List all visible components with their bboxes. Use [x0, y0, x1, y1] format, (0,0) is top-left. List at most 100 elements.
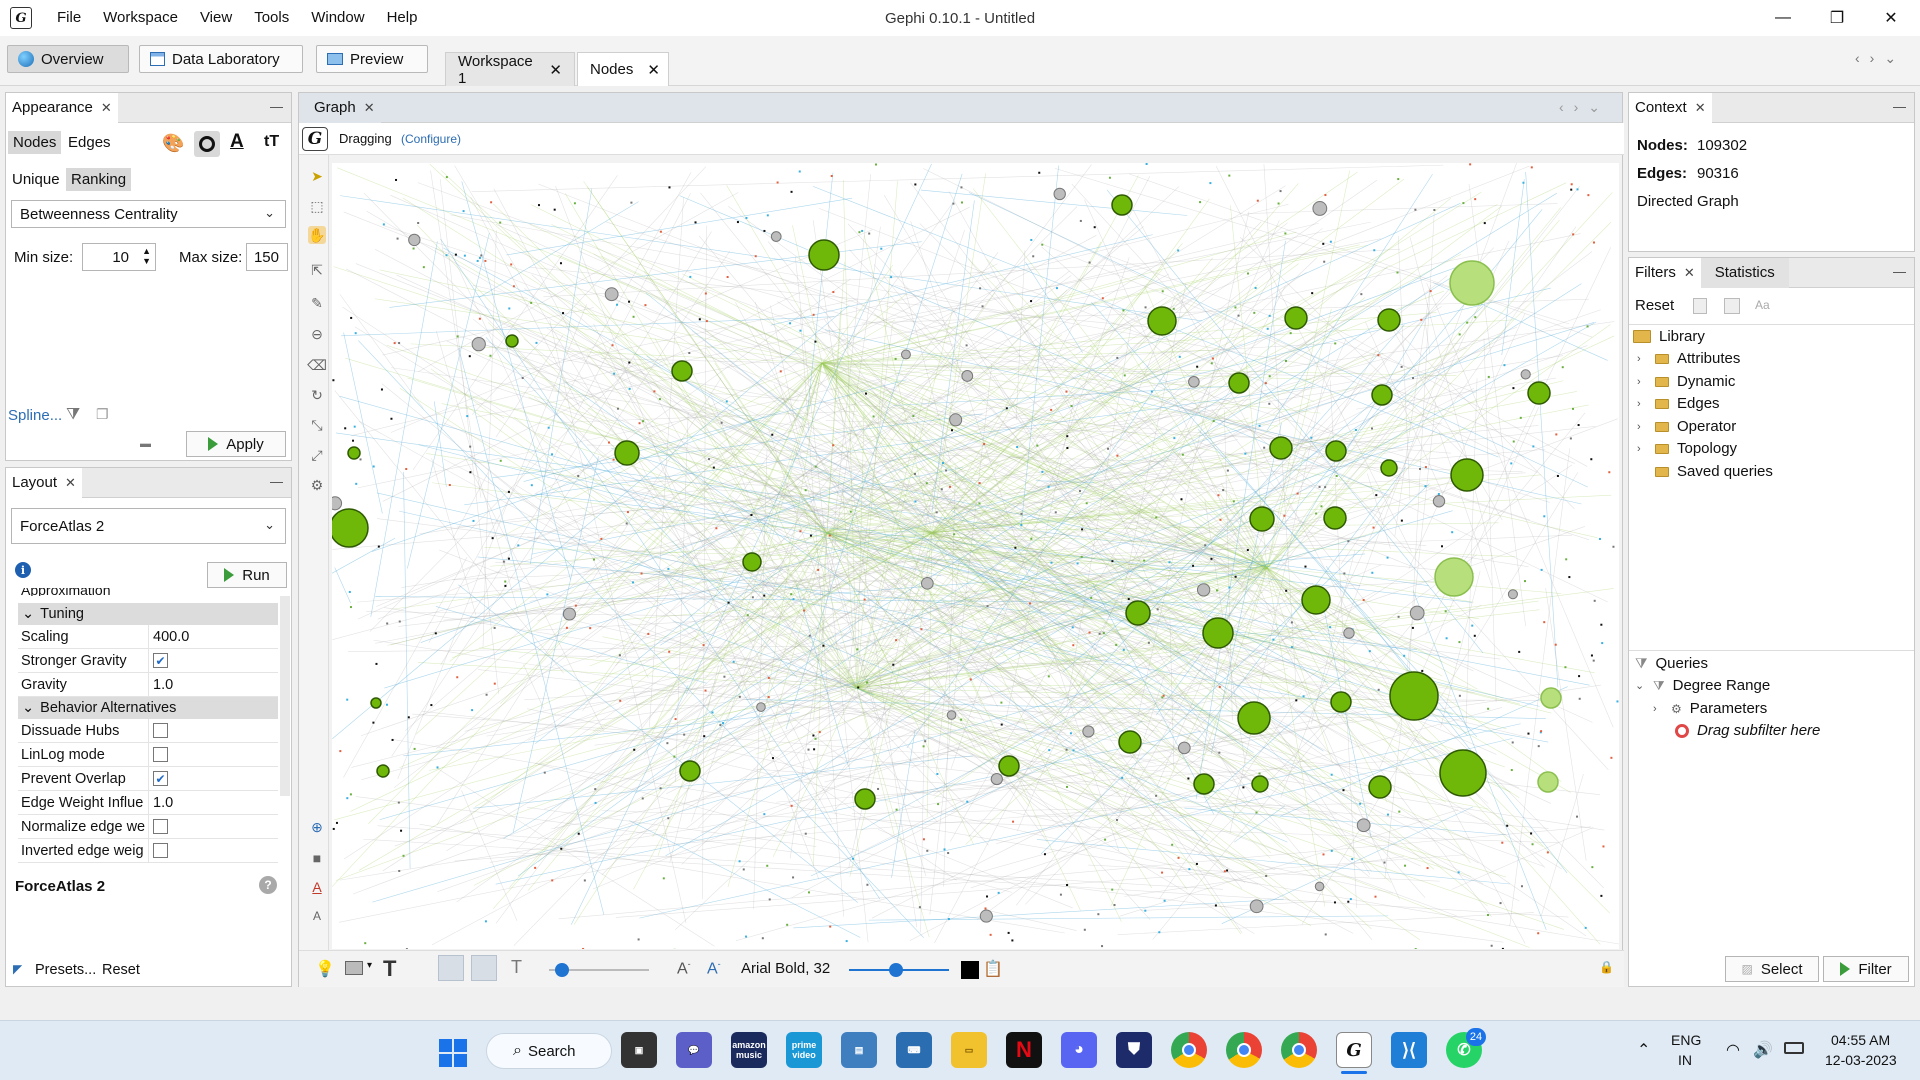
- layout-algorithm-select[interactable]: ForceAtlas 2 ⌄: [11, 508, 286, 544]
- drag-subfilter-target[interactable]: Drag subfilter here: [1675, 722, 1820, 739]
- save-icon[interactable]: [1724, 298, 1740, 314]
- graph-node[interactable]: [808, 239, 840, 271]
- graph-gray-node[interactable]: [1188, 376, 1200, 388]
- graph-gray-node[interactable]: [1507, 589, 1518, 600]
- slider-thumb[interactable]: [889, 963, 903, 977]
- graph-node[interactable]: [1269, 436, 1293, 460]
- close-icon[interactable]: ✕: [1684, 265, 1695, 281]
- graph-gray-node[interactable]: [471, 337, 486, 352]
- graph-node[interactable]: [1537, 771, 1559, 793]
- layout-reset-button[interactable]: Reset: [102, 962, 140, 978]
- graph-node[interactable]: [370, 697, 382, 709]
- label-font-icon[interactable]: A: [308, 907, 326, 925]
- preview-button[interactable]: Preview: [316, 45, 428, 73]
- slider-thumb[interactable]: [555, 963, 569, 977]
- tree-parameters[interactable]: › ⚙ Parameters: [1653, 700, 1767, 717]
- screenshot-icon[interactable]: [345, 961, 363, 975]
- maximize-button[interactable]: ❐: [1810, 0, 1864, 36]
- help-icon[interactable]: ?: [259, 876, 277, 894]
- tree-queries[interactable]: ⧩ Queries: [1635, 655, 1708, 672]
- overview-button[interactable]: Overview: [7, 45, 129, 73]
- graph-node[interactable]: [1111, 194, 1133, 216]
- graph-node[interactable]: [1147, 306, 1177, 336]
- graph-node[interactable]: [1202, 617, 1234, 649]
- close-icon[interactable]: ✕: [647, 61, 660, 79]
- chevron-right-icon[interactable]: ›: [1637, 376, 1647, 388]
- graph-gray-node[interactable]: [961, 370, 974, 382]
- menu-view[interactable]: View: [189, 0, 243, 36]
- property-value[interactable]: 1.0: [148, 673, 173, 696]
- shortest-path-icon[interactable]: ⤡: [308, 416, 326, 434]
- graph-gray-node[interactable]: [1356, 818, 1371, 833]
- graph-node[interactable]: [332, 508, 369, 548]
- graph-gray-node[interactable]: [1053, 187, 1066, 201]
- ranking-attribute-select[interactable]: Betweenness Centrality ⌄: [11, 200, 286, 228]
- menu-window[interactable]: Window: [300, 0, 375, 36]
- graph-gray-node[interactable]: [770, 231, 782, 242]
- graph-gray-node[interactable]: [332, 496, 343, 511]
- graph-node[interactable]: [1450, 458, 1484, 492]
- property-value[interactable]: ✔: [148, 767, 168, 790]
- clock-time[interactable]: 04:55 AM: [1831, 1032, 1890, 1048]
- wifi-icon[interactable]: ◠: [1726, 1040, 1740, 1060]
- tree-saved-queries[interactable]: Saved queries: [1637, 463, 1773, 480]
- label-color-icon[interactable]: A: [230, 131, 244, 153]
- spline-link[interactable]: Spline...: [8, 407, 62, 424]
- file-explorer-icon[interactable]: ▭: [951, 1032, 987, 1068]
- graph-gray-node[interactable]: [979, 909, 993, 923]
- property-value[interactable]: 1.0: [148, 791, 173, 814]
- select-arrow-icon[interactable]: ➤: [308, 167, 326, 185]
- graph-node[interactable]: [1118, 730, 1142, 754]
- minimize-panel-icon[interactable]: —: [270, 474, 283, 489]
- property-row-normalize-edge-weights[interactable]: Normalize edge we: [18, 815, 278, 839]
- tree-edges[interactable]: › Edges: [1637, 395, 1720, 412]
- graph-node[interactable]: [1284, 306, 1308, 330]
- property-value[interactable]: [148, 815, 168, 838]
- property-value[interactable]: [148, 719, 168, 742]
- clipboard-icon[interactable]: 📋: [983, 959, 1003, 979]
- graph-gray-node[interactable]: [1314, 881, 1325, 892]
- font-size-icon[interactable]: A-: [707, 959, 721, 978]
- graph-gray-node[interactable]: [604, 287, 619, 302]
- property-value[interactable]: 400.0: [148, 625, 189, 648]
- property-row-linlog-mode[interactable]: LinLog mode: [18, 743, 278, 767]
- grip-icon[interactable]: ▬: [140, 438, 151, 450]
- menu-help[interactable]: Help: [376, 0, 429, 36]
- graph-node[interactable]: [1125, 600, 1151, 626]
- minimize-panel-icon[interactable]: —: [1893, 99, 1906, 114]
- max-size-field[interactable]: 150: [246, 243, 288, 271]
- rename-icon[interactable]: Aa: [1755, 298, 1770, 312]
- chrome-profile-b-icon[interactable]: [1226, 1032, 1262, 1068]
- graph-node[interactable]: [1237, 701, 1271, 735]
- chevron-down-icon[interactable]: ⌄: [1635, 679, 1645, 692]
- language-line1[interactable]: ENG: [1671, 1032, 1701, 1048]
- checkbox-unchecked[interactable]: [153, 747, 168, 762]
- info-icon[interactable]: i: [15, 562, 31, 578]
- show-labels-icon[interactable]: T: [383, 956, 396, 982]
- graph-node[interactable]: [1368, 775, 1392, 799]
- graph-node[interactable]: [1301, 585, 1331, 615]
- checkbox-unchecked[interactable]: [153, 843, 168, 858]
- close-icon[interactable]: ✕: [101, 100, 112, 116]
- graph-gray-node[interactable]: [946, 710, 957, 720]
- graph-node[interactable]: [679, 760, 701, 782]
- gephi-taskbar-icon[interactable]: G: [1336, 1032, 1372, 1068]
- edges-visible-icon[interactable]: [438, 955, 464, 981]
- size-icon[interactable]: [194, 131, 220, 157]
- chevron-right-icon[interactable]: ›: [1637, 443, 1647, 455]
- lock-icon[interactable]: 🔒: [1599, 960, 1614, 974]
- menu-file[interactable]: File: [46, 0, 92, 36]
- graph-node[interactable]: [1371, 384, 1393, 406]
- graph-node[interactable]: [1228, 372, 1250, 394]
- battery-icon[interactable]: [1784, 1042, 1804, 1054]
- property-row-edge-weight-influence[interactable]: Edge Weight Influe 1.0: [18, 791, 278, 815]
- tree-topology[interactable]: › Topology: [1637, 440, 1737, 457]
- tab-scroll-controls[interactable]: ‹›⌄: [1855, 50, 1906, 67]
- configure-link[interactable]: (Configure): [401, 132, 461, 146]
- graph-tab-controls[interactable]: ‹›⌄: [1559, 99, 1610, 116]
- graph-gray-node[interactable]: [1409, 605, 1425, 621]
- graph-node[interactable]: [1377, 308, 1401, 332]
- rectangle-select-icon[interactable]: ⬚: [308, 197, 326, 215]
- checkbox-unchecked[interactable]: [153, 819, 168, 834]
- tab-unique[interactable]: Unique: [12, 171, 60, 188]
